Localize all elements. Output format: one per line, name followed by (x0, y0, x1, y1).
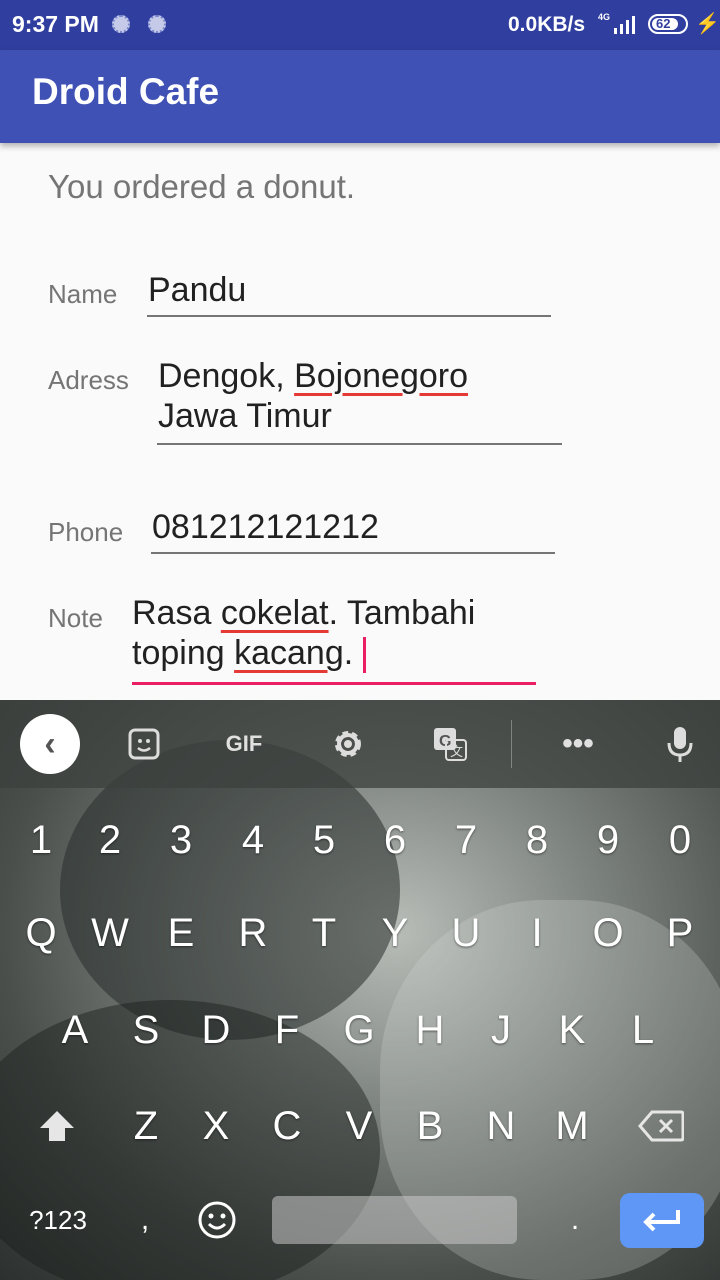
key[interactable]: R (218, 893, 288, 973)
phone-field-underline (151, 552, 555, 554)
key[interactable]: P (645, 893, 715, 973)
network-type: 4G (598, 12, 611, 22)
more-icon[interactable]: ••• (552, 700, 604, 788)
charging-icon: ⚡ (695, 13, 720, 35)
backspace-icon (638, 1110, 684, 1142)
sticker-icon[interactable] (118, 700, 170, 788)
key[interactable]: D (181, 990, 251, 1070)
key[interactable]: 6 (360, 800, 430, 880)
note-field-underline (132, 682, 536, 685)
text-cursor (363, 637, 367, 674)
key[interactable]: Y (360, 893, 430, 973)
key[interactable]: 0 (645, 800, 715, 880)
key[interactable]: G (324, 990, 394, 1070)
battery-level: 62 (656, 16, 671, 31)
notification-icon (112, 15, 130, 33)
note-text: toping (132, 634, 235, 672)
symbols-key[interactable]: ?123 (20, 1196, 96, 1244)
note-text: . (343, 634, 354, 672)
misspelled-word: Bojonegoro (294, 357, 469, 395)
key[interactable]: Z (111, 1086, 181, 1166)
note-label: Note (48, 603, 103, 633)
note-text: Rasa (132, 594, 221, 632)
status-bar: 9:37 PM 0.0KB/s 4G 62 ⚡ (0, 0, 720, 50)
microphone-icon[interactable] (656, 700, 704, 788)
keyboard-toolbar: ‹ GIF G文 ••• (0, 700, 720, 788)
phone-field[interactable]: 081212121212 (152, 507, 379, 547)
network-speed: 0.0KB/s (508, 13, 586, 36)
toolbar-divider (511, 720, 512, 768)
address-text: Jawa Timur (158, 397, 332, 435)
note-field[interactable]: Rasa cokelat. Tambahi toping kacang. (132, 593, 476, 674)
key[interactable]: O (573, 893, 643, 973)
key[interactable]: 8 (502, 800, 572, 880)
app-title: Droid Cafe (32, 71, 220, 112)
key[interactable]: L (608, 990, 678, 1070)
key[interactable]: 3 (146, 800, 216, 880)
key[interactable]: A (40, 990, 110, 1070)
misspelled-word: kacang (234, 634, 344, 672)
enter-key[interactable] (620, 1193, 704, 1248)
key[interactable]: 1 (6, 800, 76, 880)
battery-icon: 62 (648, 14, 688, 34)
address-label: Adress (48, 365, 129, 395)
address-field[interactable]: Dengok, Bojonegoro Jawa Timur (158, 356, 468, 436)
soft-keyboard: ‹ GIF G文 ••• 1 2 3 4 5 6 7 8 9 0 Q W E R… (0, 700, 720, 1280)
key[interactable]: B (395, 1086, 465, 1166)
svg-text:文: 文 (450, 744, 463, 759)
key[interactable]: W (75, 893, 145, 973)
address-field-underline (157, 443, 562, 445)
note-text: . Tambahi (328, 594, 476, 632)
key[interactable]: V (324, 1086, 394, 1166)
enter-icon (643, 1209, 680, 1231)
key[interactable]: F (252, 990, 322, 1070)
shift-icon (40, 1111, 74, 1141)
emoji-icon (198, 1201, 236, 1239)
app-bar: Droid Cafe (0, 50, 720, 143)
space-key[interactable] (272, 1196, 517, 1244)
key[interactable]: 4 (218, 800, 288, 880)
clock: 9:37 PM (12, 11, 99, 37)
key[interactable]: H (395, 990, 465, 1070)
key[interactable]: T (289, 893, 359, 973)
phone-label: Phone (48, 517, 124, 547)
key[interactable]: X (181, 1086, 251, 1166)
key[interactable]: J (466, 990, 536, 1070)
key[interactable]: C (252, 1086, 322, 1166)
name-field[interactable]: Pandu (148, 270, 246, 310)
name-field-underline (147, 315, 551, 317)
period-key[interactable]: . (560, 1196, 590, 1244)
translate-icon[interactable]: G文 (424, 700, 476, 788)
signal-icon (614, 16, 635, 34)
key[interactable]: 5 (289, 800, 359, 880)
collapse-toolbar-button[interactable]: ‹ (20, 714, 80, 774)
misspelled-word: cokelat (220, 594, 329, 632)
key[interactable]: 9 (573, 800, 643, 880)
emoji-key[interactable] (192, 1192, 242, 1248)
key[interactable]: I (502, 893, 572, 973)
shift-key[interactable] (22, 1086, 92, 1166)
address-text: Dengok, (158, 357, 295, 395)
key[interactable]: N (466, 1086, 536, 1166)
gif-button[interactable]: GIF (212, 700, 276, 788)
key[interactable]: S (111, 990, 181, 1070)
backspace-key[interactable] (626, 1086, 696, 1166)
key[interactable]: U (431, 893, 501, 973)
order-message: You ordered a donut. (48, 168, 356, 205)
key[interactable]: K (537, 990, 607, 1070)
key[interactable]: 7 (431, 800, 501, 880)
name-label: Name (48, 279, 118, 309)
comma-key[interactable]: , (130, 1196, 160, 1244)
key[interactable]: Q (6, 893, 76, 973)
key[interactable]: 2 (75, 800, 145, 880)
key[interactable]: M (537, 1086, 607, 1166)
notification-icon (148, 15, 166, 33)
gear-icon[interactable] (322, 700, 374, 788)
key[interactable]: E (146, 893, 216, 973)
